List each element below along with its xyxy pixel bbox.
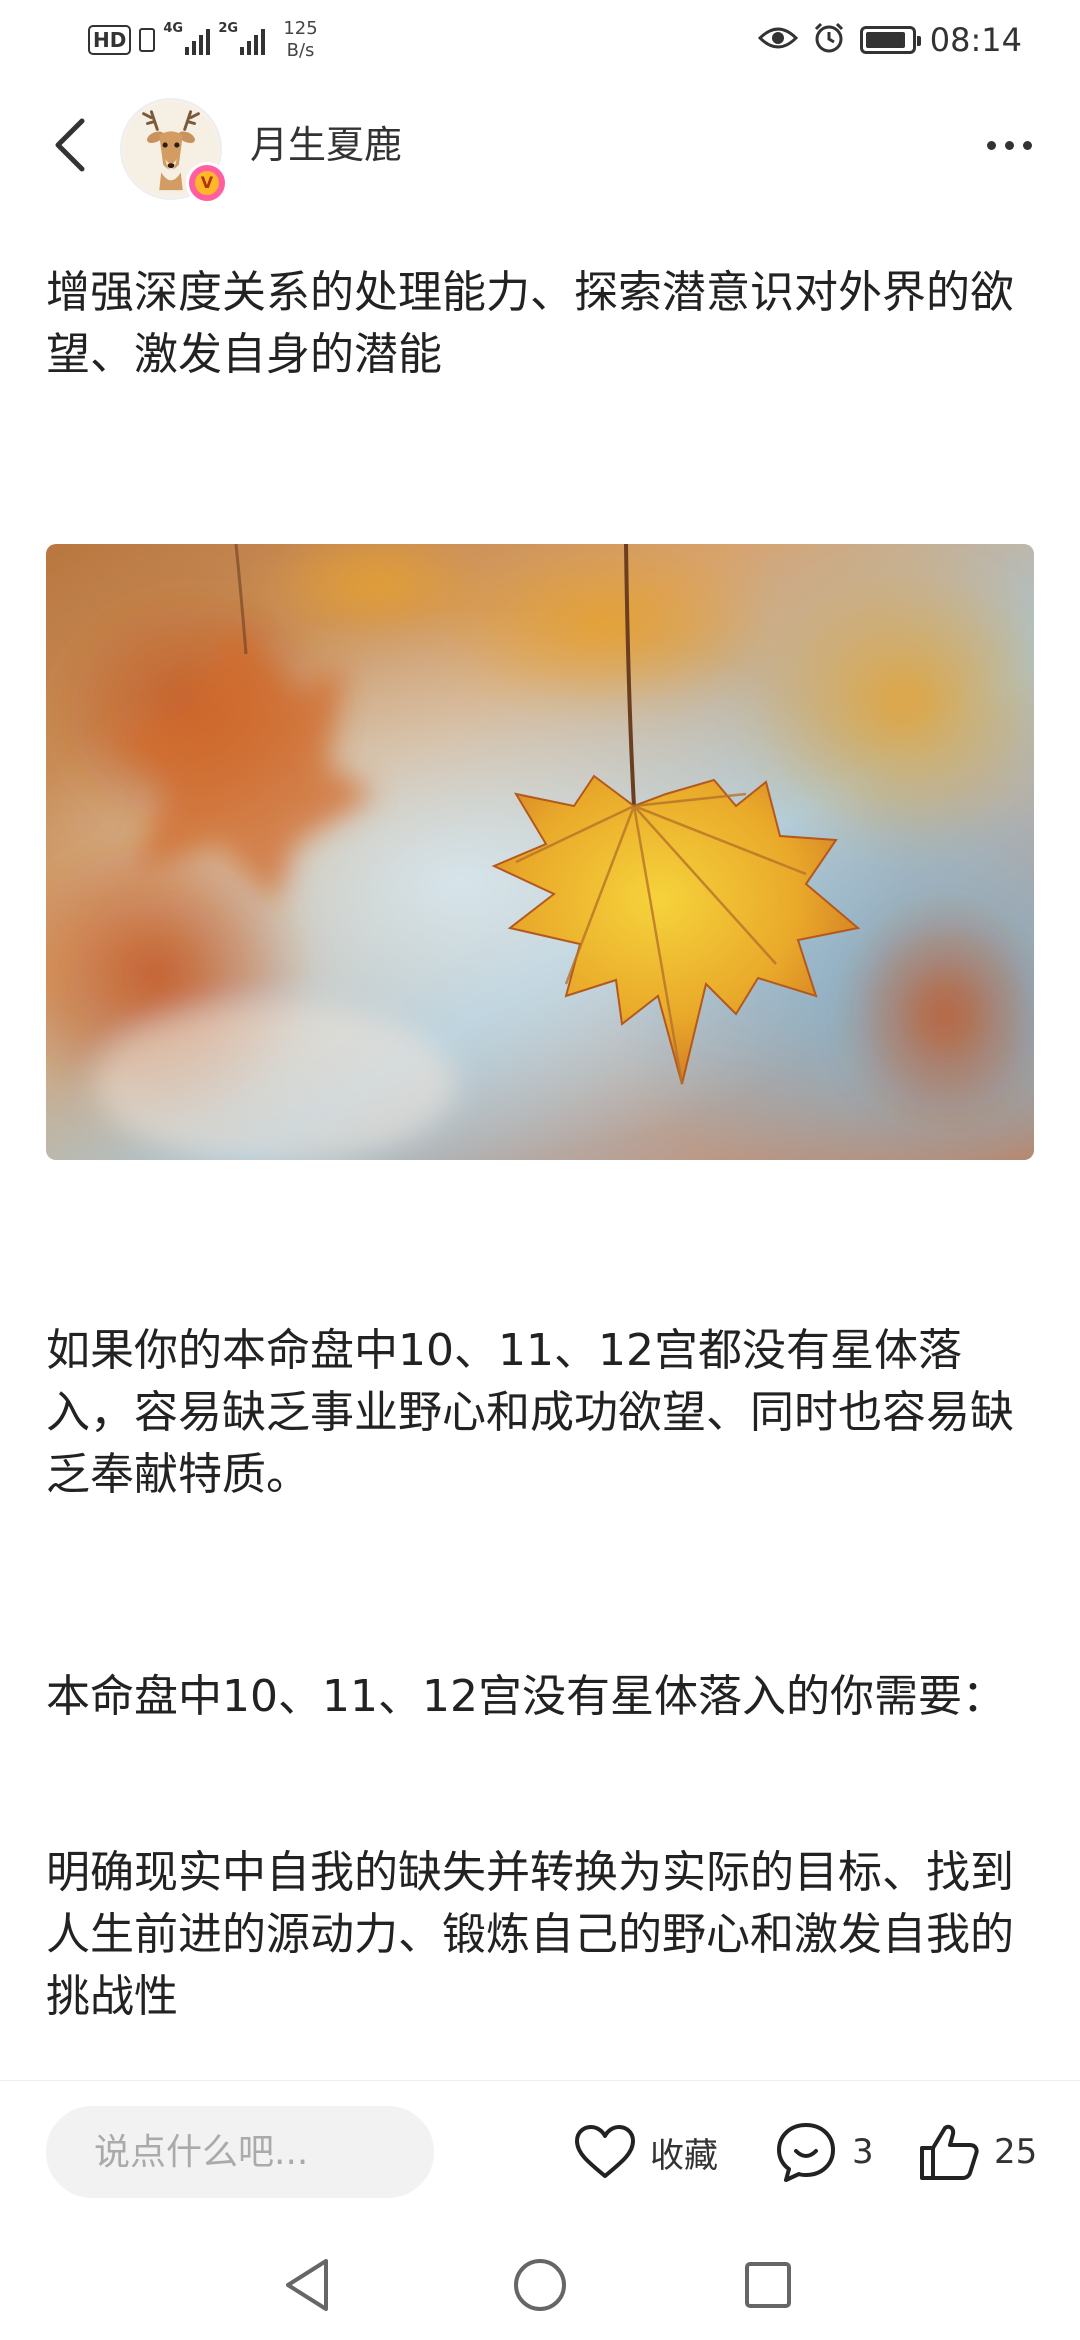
comment-icon — [777, 2123, 835, 2182]
bottom-action-bar: 收藏 3 25 — [0, 2080, 1080, 2220]
back-button[interactable] — [40, 110, 100, 180]
status-bar: HD 4G 2G 125 B/s 08:14 — [0, 0, 1080, 80]
system-navigation-bar — [0, 2220, 1080, 2340]
comment-input[interactable] — [46, 2106, 434, 2198]
nav-back-button[interactable] — [272, 2250, 342, 2320]
verified-badge-label: V — [195, 171, 219, 195]
like-count: 25 — [994, 2132, 1038, 2172]
battery-icon — [859, 26, 921, 54]
status-time: 08:14 — [929, 21, 1022, 59]
nav-recent-button[interactable] — [733, 2250, 803, 2320]
author-name[interactable]: 月生夏鹿 — [250, 120, 402, 170]
network-speed: 125 B/s — [283, 18, 317, 62]
heart-icon — [575, 2125, 635, 2178]
favorite-button[interactable]: 收藏 — [574, 2117, 718, 2187]
post-header: V 月生夏鹿 — [0, 80, 1080, 210]
eye-icon — [757, 23, 798, 57]
status-right: 08:14 — [757, 18, 1022, 62]
signal-icon-sim1: 4G — [163, 21, 211, 55]
article-paragraph: 明确现实中自我的缺失并转换为实际的目标、找到人生前进的源动力、锻炼自己的野心和激… — [46, 1847, 1014, 2022]
more-dots-icon — [986, 140, 996, 150]
maple-leaf-image — [46, 544, 1034, 1160]
hd-icon: HD — [88, 25, 132, 55]
network-speed-unit: B/s — [286, 40, 315, 61]
article-paragraph: 本命盘中10、11、12宫没有星体落入的你需要： — [46, 1671, 1006, 1722]
more-options-button[interactable] — [974, 120, 1044, 170]
network-type-sim2: 2G — [218, 21, 239, 36]
network-speed-value: 125 — [283, 18, 318, 39]
nav-home-button[interactable] — [505, 2250, 575, 2320]
comment-button[interactable]: 3 — [774, 2117, 874, 2187]
chevron-left-icon — [55, 118, 85, 172]
author-avatar[interactable]: V — [120, 98, 228, 204]
alarm-icon — [812, 21, 846, 59]
status-left: HD 4G 2G 125 B/s — [88, 18, 318, 62]
thumbs-up-icon — [920, 2124, 979, 2180]
autumn-maple-leaf-photo[interactable] — [46, 544, 1034, 1160]
verified-badge: V — [186, 162, 228, 204]
sim-card-icon — [139, 28, 156, 52]
nav-recent-icon — [745, 2262, 791, 2308]
nav-back-icon — [286, 2259, 328, 2311]
nav-home-icon — [514, 2259, 566, 2311]
like-button[interactable]: 25 — [918, 2117, 1037, 2187]
signal-icon-sim2: 2G — [218, 21, 266, 55]
favorite-label: 收藏 — [650, 2135, 718, 2176]
comment-count: 3 — [852, 2132, 874, 2172]
article-paragraph: 增强深度关系的处理能力、探索潜意识对外界的欲望、激发自身的潜能 — [46, 267, 1014, 380]
network-type-sim1: 4G — [163, 21, 184, 36]
article-paragraph: 如果你的本命盘中10、11、12宫都没有星体落入，容易缺乏事业野心和成功欲望、同… — [46, 1325, 1014, 1500]
